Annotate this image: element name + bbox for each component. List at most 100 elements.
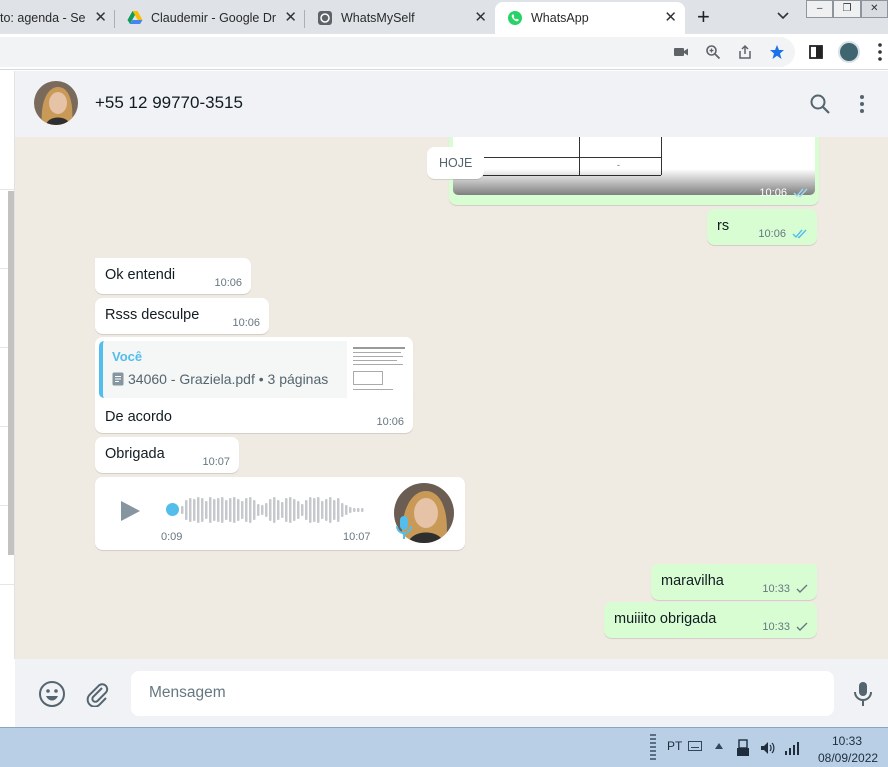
document-thumbnail xyxy=(347,341,409,398)
sent-check-icon xyxy=(796,584,808,593)
waveform-bar xyxy=(289,497,292,523)
message-input[interactable]: Mensagem xyxy=(131,671,834,716)
network-icon[interactable] xyxy=(784,741,800,755)
message-incoming[interactable]: Rsss desculpe 10:06 xyxy=(95,298,269,334)
message-incoming-reply[interactable]: Você 34060 - Graziela.pdf • 3 páginas De… xyxy=(95,337,413,433)
audio-seek-handle[interactable] xyxy=(166,503,179,516)
chat-menu-icon[interactable] xyxy=(859,94,865,114)
waveform-bar xyxy=(261,505,264,515)
waveform-bar xyxy=(201,498,204,522)
close-icon[interactable]: ✕ xyxy=(664,10,677,26)
message-text: rs xyxy=(717,218,730,234)
sidepanel-icon[interactable] xyxy=(808,44,824,60)
message-text: Ok entendi xyxy=(105,267,176,283)
clock-time[interactable]: 10:33 xyxy=(832,734,862,748)
message-time: 10:06 xyxy=(759,187,787,199)
avatar[interactable] xyxy=(34,81,78,125)
message-outgoing[interactable]: rs 10:06 xyxy=(707,209,817,245)
google-drive-icon xyxy=(127,11,143,24)
menu-icon[interactable] xyxy=(878,42,882,62)
microphone-icon xyxy=(396,516,412,539)
keyboard-icon[interactable] xyxy=(688,741,702,751)
message-incoming[interactable]: Obrigada 10:07 xyxy=(95,437,239,473)
message-outgoing[interactable]: maravilha 10:33 xyxy=(651,564,817,600)
contact-photo xyxy=(34,81,78,125)
close-icon[interactable]: ✕ xyxy=(474,10,487,26)
minimize-button[interactable]: – xyxy=(806,0,834,18)
waveform-bar xyxy=(273,497,276,523)
tab-title: Claudemir - Google Driv xyxy=(151,11,276,25)
waveform-bar xyxy=(265,503,268,517)
tab-google-drive[interactable]: Claudemir - Google Driv ✕ xyxy=(115,2,305,34)
message-incoming[interactable]: Ok entendi 10:06 xyxy=(95,258,251,294)
message-time: 10:06 xyxy=(758,228,786,240)
message-composer: Mensagem xyxy=(15,659,888,727)
message-text: Obrigada xyxy=(105,446,165,462)
maximize-button[interactable]: ❐ xyxy=(833,0,861,18)
volume-icon[interactable] xyxy=(760,740,776,756)
new-tab-button[interactable]: + xyxy=(697,6,710,28)
message-time: 10:06 xyxy=(214,277,242,289)
close-icon[interactable]: ✕ xyxy=(284,10,297,26)
browser-tab-strip: to: agenda - Ser ✕ Claudemir - Google Dr… xyxy=(0,0,888,34)
waveform-bar xyxy=(221,497,224,523)
waveform-bar xyxy=(233,497,236,523)
waveform-bar xyxy=(285,498,288,522)
waveform-bar xyxy=(241,501,244,519)
tab-title: WhatsMySelf xyxy=(341,11,415,25)
tab-whatsmyself[interactable]: WhatsMySelf ✕ xyxy=(305,2,495,34)
tab-title: WhatsApp xyxy=(531,11,589,25)
play-icon[interactable] xyxy=(119,499,141,523)
waveform-bar xyxy=(277,500,280,520)
message-incoming-audio[interactable]: 0:09 10:07 xyxy=(95,477,465,550)
bookmark-star-icon[interactable] xyxy=(769,44,785,60)
read-receipt-icon xyxy=(793,188,808,198)
message-text: Rsss desculpe xyxy=(105,307,200,323)
waveform-bar xyxy=(269,499,272,521)
emoji-icon[interactable] xyxy=(38,680,66,708)
microphone-icon[interactable] xyxy=(853,681,873,707)
contact-name[interactable]: +55 12 99770-3515 xyxy=(95,93,243,113)
read-receipt-icon xyxy=(792,229,807,239)
document-icon xyxy=(112,372,124,386)
scrollbar[interactable] xyxy=(8,191,14,555)
audio-waveform[interactable] xyxy=(181,495,367,525)
waveform-bar xyxy=(281,502,284,518)
waveform-bar xyxy=(341,503,344,517)
message-outgoing[interactable]: muiiito obrigada 10:33 xyxy=(604,602,817,638)
waveform-bar xyxy=(357,508,360,512)
chevron-down-icon[interactable] xyxy=(776,9,790,23)
waveform-bar xyxy=(317,497,320,523)
chevron-up-icon[interactable] xyxy=(714,742,724,750)
window-close-button[interactable]: ✕ xyxy=(860,0,888,18)
message-time: 10:07 xyxy=(202,456,230,468)
attach-icon[interactable] xyxy=(84,681,110,707)
waveform-bar xyxy=(345,505,348,515)
share-icon[interactable] xyxy=(737,44,753,60)
clock-date[interactable]: 08/09/2022 xyxy=(818,751,878,765)
usb-icon[interactable] xyxy=(736,739,750,757)
search-icon[interactable] xyxy=(809,93,831,115)
waveform-bar xyxy=(249,497,252,523)
profile-avatar[interactable] xyxy=(838,41,860,63)
message-outgoing-image[interactable]: - 10:06 xyxy=(449,137,819,205)
tab-agenda[interactable]: to: agenda - Ser ✕ xyxy=(0,2,115,34)
waveform-bar xyxy=(297,501,300,519)
message-time: 10:33 xyxy=(762,621,790,633)
camera-icon[interactable] xyxy=(673,44,689,60)
waveform-bar xyxy=(329,497,332,523)
quoted-message[interactable]: Você 34060 - Graziela.pdf • 3 páginas xyxy=(99,341,409,398)
waveform-bar xyxy=(321,501,324,519)
message-text: muiiito obrigada xyxy=(614,611,717,627)
message-time: 10:06 xyxy=(232,317,260,329)
waveform-bar xyxy=(209,497,212,523)
tab-whatsapp[interactable]: WhatsApp ✕ xyxy=(495,2,685,34)
message-time: 10:33 xyxy=(762,583,790,595)
waveform-bar xyxy=(197,497,200,523)
close-icon[interactable]: ✕ xyxy=(94,10,107,26)
zoom-icon[interactable] xyxy=(705,44,721,60)
language-indicator[interactable]: PT xyxy=(667,739,682,753)
waveform-bar xyxy=(229,498,232,522)
window-controls: – ❐ ✕ xyxy=(806,0,888,18)
waveform-bar xyxy=(185,500,188,520)
